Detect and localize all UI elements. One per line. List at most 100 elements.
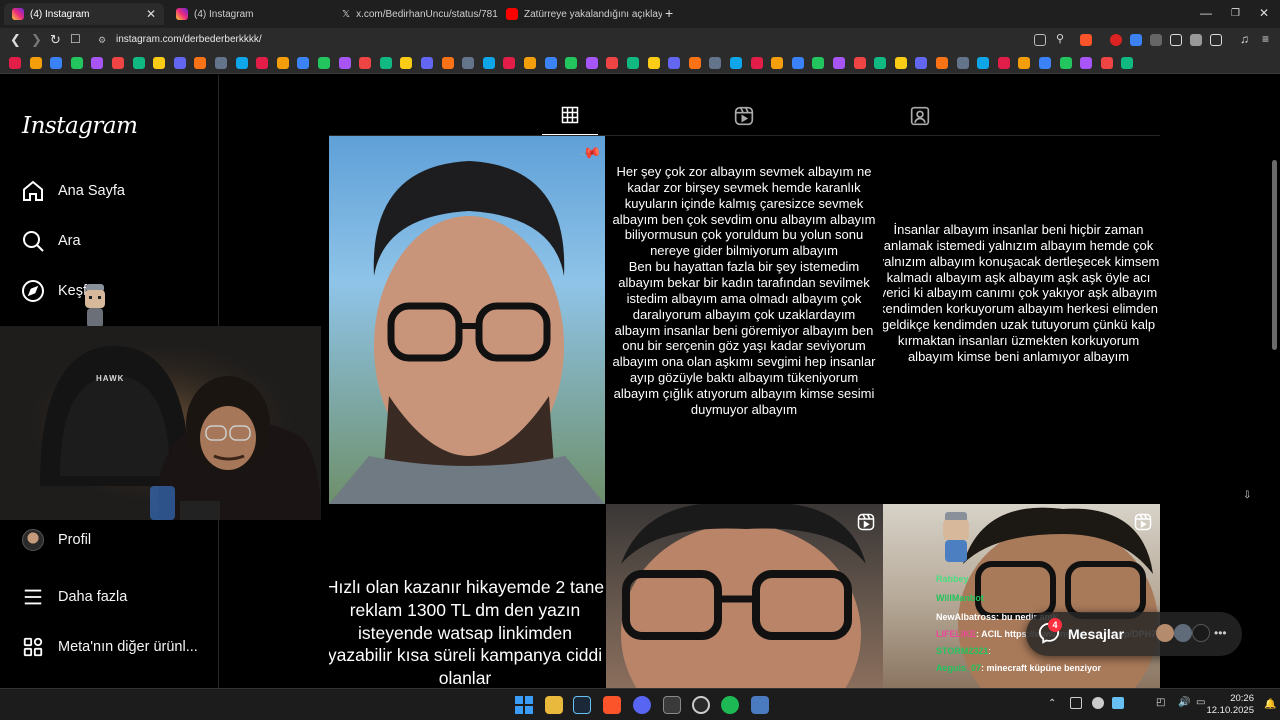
bookmark-favicon-icon[interactable] bbox=[524, 57, 536, 69]
bookmark-favicon-icon[interactable] bbox=[276, 57, 289, 69]
bookmark-favicon-icon[interactable] bbox=[70, 57, 83, 69]
bookmark-favicon-icon[interactable] bbox=[853, 57, 866, 69]
extension-icon[interactable] bbox=[1130, 34, 1142, 46]
post-text-1[interactable]: Her şey çok zor albayım sevmek albayım n… bbox=[605, 136, 883, 504]
bookmark-favicon-icon[interactable] bbox=[791, 57, 804, 69]
brave-browser-icon[interactable] bbox=[603, 696, 621, 714]
notification-bell-icon[interactable]: 🔔 bbox=[1264, 699, 1276, 710]
bookmark-favicon-icon[interactable] bbox=[91, 57, 104, 69]
bookmark-favicon-icon[interactable] bbox=[462, 57, 475, 69]
network-icon[interactable]: ◰ bbox=[1156, 697, 1165, 708]
bookmark-favicon-icon[interactable] bbox=[153, 57, 166, 69]
url-field[interactable]: ⚙ instagram.com/derbederberkkkk/ bbox=[90, 31, 1030, 49]
sidebar-toggle-icon[interactable] bbox=[1170, 34, 1182, 46]
bookmark-favicon-icon[interactable] bbox=[400, 57, 413, 69]
bookmark-favicon-icon[interactable] bbox=[215, 57, 227, 69]
brave-shield-icon[interactable] bbox=[1080, 34, 1092, 46]
nav-profile[interactable]: Profil bbox=[20, 525, 91, 555]
nav-more[interactable]: Daha fazla bbox=[20, 582, 127, 612]
bookmark-favicon-icon[interactable] bbox=[1080, 57, 1093, 69]
bookmark-favicon-icon[interactable] bbox=[1059, 57, 1072, 69]
reload-icon[interactable]: ↻ bbox=[50, 32, 61, 48]
bookmark-favicon-icon[interactable] bbox=[812, 57, 825, 69]
app-icon[interactable] bbox=[663, 696, 681, 714]
bookmark-favicon-icon[interactable] bbox=[565, 57, 578, 69]
bookmark-favicon-icon[interactable] bbox=[1018, 57, 1031, 69]
post-reel-1[interactable] bbox=[606, 504, 883, 688]
windows-start-icon[interactable] bbox=[515, 696, 533, 714]
zoom-icon[interactable]: ⚲ bbox=[1056, 32, 1064, 45]
bookmark-favicon-icon[interactable] bbox=[421, 57, 433, 69]
nav-meta-products[interactable]: Meta'nın diğer ürünl... bbox=[20, 632, 198, 662]
extension-icon[interactable] bbox=[1110, 34, 1122, 46]
bookmark-favicon-icon[interactable] bbox=[585, 57, 598, 69]
bookmark-favicon-icon[interactable] bbox=[194, 57, 207, 69]
new-tab-icon[interactable]: + bbox=[665, 5, 673, 21]
bookmark-favicon-icon[interactable] bbox=[29, 57, 42, 69]
bookmark-favicon-icon[interactable] bbox=[668, 57, 681, 69]
bookmark-favicon-icon[interactable] bbox=[359, 57, 372, 69]
bookmark-favicon-icon[interactable] bbox=[235, 57, 248, 69]
bookmark-icon[interactable]: ☐ bbox=[70, 32, 81, 46]
bookmark-favicon-icon[interactable] bbox=[894, 57, 907, 69]
post-text-2[interactable]: İnsanlar albayım insanlar beni hiçbir za… bbox=[883, 136, 1160, 504]
bookmark-favicon-icon[interactable] bbox=[1039, 57, 1051, 69]
tab-youtube[interactable]: Zatürreye yakalandığını açıklayan Cel bbox=[498, 3, 662, 25]
steam-tray-icon[interactable] bbox=[1112, 697, 1124, 709]
bookmark-favicon-icon[interactable] bbox=[173, 57, 186, 69]
bookmark-favicon-icon[interactable] bbox=[50, 57, 63, 69]
tab-tagged[interactable] bbox=[892, 96, 948, 135]
bookmark-favicon-icon[interactable] bbox=[482, 57, 495, 69]
tab-x-status[interactable]: 𝕏 x.com/BedirhanUncu/status/7813095 bbox=[334, 3, 498, 25]
extensions-puzzle-icon[interactable] bbox=[1190, 34, 1202, 46]
bookmark-favicon-icon[interactable] bbox=[730, 57, 742, 69]
bookmark-favicon-icon[interactable] bbox=[9, 57, 21, 69]
tab-instagram[interactable]: (4) Instagram bbox=[168, 3, 332, 25]
messages-pill[interactable]: 4 Mesajlar ••• bbox=[1026, 612, 1242, 656]
taskbar-clock[interactable]: 20:26 12.10.2025 bbox=[1206, 693, 1254, 717]
bookmark-favicon-icon[interactable] bbox=[688, 57, 701, 69]
bookmark-favicon-icon[interactable] bbox=[132, 57, 145, 69]
back-icon[interactable]: ❮ bbox=[10, 32, 21, 48]
discord-icon[interactable] bbox=[633, 696, 651, 714]
bookmark-favicon-icon[interactable] bbox=[956, 57, 969, 69]
bookmark-favicon-icon[interactable] bbox=[977, 57, 990, 69]
file-explorer-icon[interactable] bbox=[545, 696, 563, 714]
app-icon[interactable] bbox=[751, 696, 769, 714]
bookmark-favicon-icon[interactable] bbox=[750, 57, 763, 69]
media-icon[interactable]: ♫ bbox=[1240, 32, 1249, 46]
bookmark-favicon-icon[interactable] bbox=[709, 57, 722, 69]
tab-reels[interactable] bbox=[716, 96, 772, 135]
bookmark-favicon-icon[interactable] bbox=[997, 57, 1010, 69]
forward-icon[interactable]: ❯ bbox=[31, 32, 42, 48]
tab-instagram-active[interactable]: (4) Instagram ✕ bbox=[4, 3, 164, 25]
extension-icon[interactable] bbox=[1150, 34, 1162, 46]
close-tab-icon[interactable]: ✕ bbox=[146, 7, 156, 21]
spotify-icon[interactable] bbox=[721, 696, 739, 714]
bookmark-favicon-icon[interactable] bbox=[915, 57, 928, 69]
wallet-icon[interactable] bbox=[1210, 34, 1222, 46]
bookmark-favicon-icon[interactable] bbox=[936, 57, 948, 69]
bookmark-favicon-icon[interactable] bbox=[256, 57, 269, 69]
bookmark-favicon-icon[interactable] bbox=[1100, 57, 1113, 69]
bookmark-favicon-icon[interactable] bbox=[1121, 57, 1134, 69]
nav-search[interactable]: Ara bbox=[20, 226, 81, 256]
page-scrollbar[interactable] bbox=[1272, 160, 1277, 350]
bookmark-favicon-icon[interactable] bbox=[338, 57, 351, 69]
nav-home[interactable]: Ana Sayfa bbox=[20, 176, 125, 206]
bookmark-favicon-icon[interactable] bbox=[503, 57, 516, 69]
tray-chevron-icon[interactable]: ⌃ bbox=[1048, 698, 1056, 709]
steam-icon[interactable] bbox=[573, 696, 591, 714]
close-window-icon[interactable]: ✕ bbox=[1259, 6, 1269, 20]
bookmark-favicon-icon[interactable] bbox=[112, 57, 124, 69]
post-ad-text[interactable]: Hızlı olan kazanır hikayemde 2 tane rekl… bbox=[329, 504, 605, 688]
minimize-icon[interactable]: — bbox=[1200, 6, 1212, 20]
tray-icon[interactable] bbox=[1070, 697, 1082, 709]
bookmark-favicon-icon[interactable] bbox=[318, 57, 330, 69]
instagram-logo[interactable]: Instagram bbox=[22, 113, 138, 139]
tray-icon[interactable] bbox=[1092, 697, 1104, 709]
bookmark-favicon-icon[interactable] bbox=[441, 57, 454, 69]
site-info-icon[interactable]: ⚙ bbox=[98, 31, 106, 49]
maximize-icon[interactable]: ❐ bbox=[1231, 8, 1240, 19]
bookmark-favicon-icon[interactable] bbox=[297, 57, 310, 69]
